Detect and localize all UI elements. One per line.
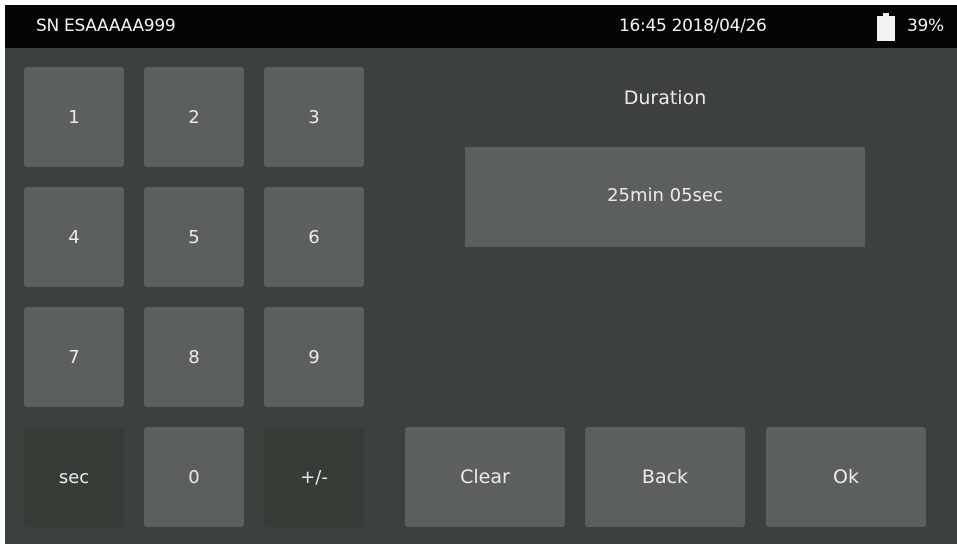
clear-button[interactable]: Clear <box>405 427 565 527</box>
key-0[interactable]: 0 <box>144 427 244 527</box>
key-plus-minus[interactable]: +/- <box>264 427 364 527</box>
key-1[interactable]: 1 <box>24 67 124 167</box>
key-6[interactable]: 6 <box>264 187 364 287</box>
key-8[interactable]: 8 <box>144 307 244 407</box>
key-7[interactable]: 7 <box>24 307 124 407</box>
key-3[interactable]: 3 <box>264 67 364 167</box>
back-button[interactable]: Back <box>585 427 745 527</box>
battery-icon <box>877 13 895 41</box>
device-screen: SN ESAAAAA999 16:45 2018/04/26 39% 1 2 3… <box>5 5 957 544</box>
battery-percent: 39% <box>907 16 944 36</box>
status-bar: SN ESAAAAA999 16:45 2018/04/26 39% <box>5 5 957 48</box>
serial-number: SN ESAAAAA999 <box>36 16 176 36</box>
duration-value-display[interactable]: 25min 05sec <box>465 147 865 247</box>
key-4[interactable]: 4 <box>24 187 124 287</box>
key-5[interactable]: 5 <box>144 187 244 287</box>
clock-datetime: 16:45 2018/04/26 <box>619 16 767 36</box>
key-sec[interactable]: sec <box>24 427 124 527</box>
ok-button[interactable]: Ok <box>766 427 926 527</box>
duration-value: 25min 05sec <box>607 185 723 206</box>
key-9[interactable]: 9 <box>264 307 364 407</box>
duration-label: Duration <box>623 87 707 109</box>
key-2[interactable]: 2 <box>144 67 244 167</box>
